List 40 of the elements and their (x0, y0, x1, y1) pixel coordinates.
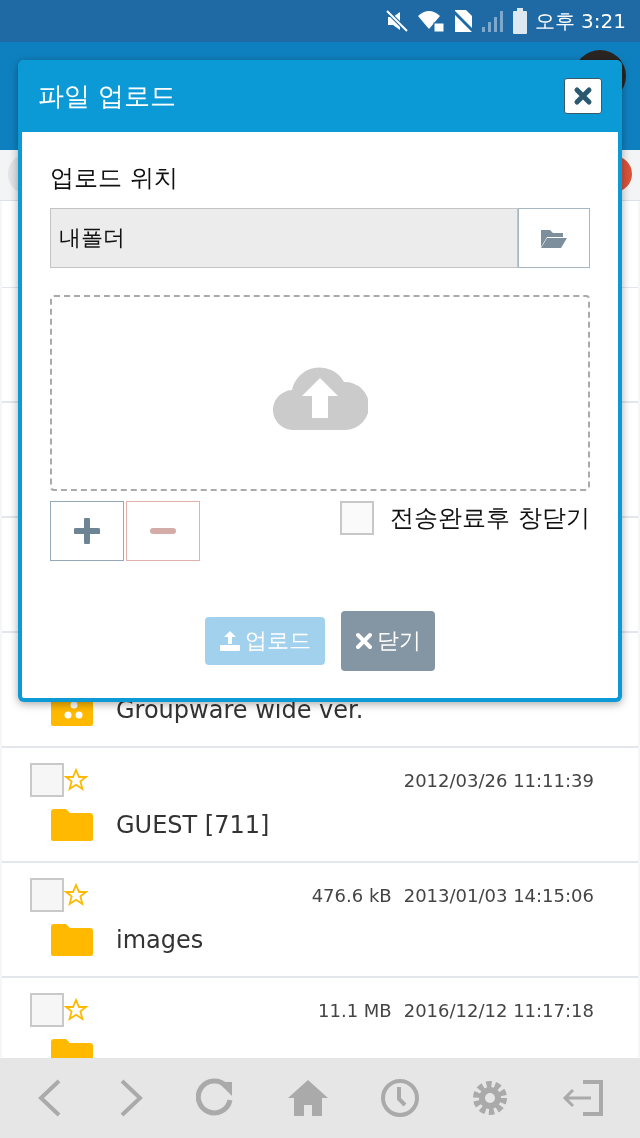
folder-open-icon (540, 227, 568, 249)
file-size: 11.1 MB (318, 999, 392, 1021)
signal-icon (480, 9, 505, 33)
checkbox[interactable] (30, 993, 64, 1027)
file-size: 476.6 kB (311, 884, 392, 906)
browse-folder-button[interactable] (518, 208, 590, 268)
location-field[interactable]: 내폴더 (50, 208, 518, 268)
checkbox-label: 전송완료후 창닫기 (390, 503, 590, 534)
star-icon[interactable] (64, 768, 88, 792)
modified-date: 2013/01/03 14:15:06 (403, 884, 594, 906)
battery-icon (512, 8, 527, 34)
upload-icon (219, 630, 241, 652)
item-name[interactable]: images (116, 926, 204, 954)
checkbox[interactable] (30, 878, 64, 912)
minus-icon (150, 527, 176, 535)
checkbox[interactable] (340, 501, 375, 535)
plus-icon (74, 518, 100, 544)
dialog-title: 파일 업로드 (38, 79, 177, 113)
clock-icon[interactable] (379, 1078, 420, 1118)
remove-button[interactable] (126, 501, 200, 561)
close-button[interactable] (564, 78, 602, 114)
mute-icon (384, 9, 409, 33)
status-time: 오후 3:21 (534, 7, 626, 35)
home-icon[interactable] (286, 1078, 329, 1118)
close-icon (573, 86, 593, 106)
modified-date: 2012/03/26 11:11:39 (403, 769, 594, 791)
drop-zone[interactable] (50, 295, 590, 491)
close-icon (355, 632, 373, 650)
wifi-lock-icon (416, 9, 445, 33)
add-button[interactable] (50, 501, 124, 561)
item-name[interactable]: GUEST [711] (116, 811, 270, 839)
star-icon[interactable] (64, 998, 88, 1022)
logout-icon[interactable] (560, 1078, 605, 1118)
modified-date: 2016/12/12 11:17:18 (403, 999, 594, 1021)
star-icon[interactable] (64, 883, 88, 907)
location-label: 업로드 위치 (50, 163, 179, 194)
folder-icon (50, 923, 94, 957)
checkbox[interactable] (30, 763, 64, 797)
folder-icon (50, 808, 94, 842)
no-sim-icon (452, 9, 473, 33)
